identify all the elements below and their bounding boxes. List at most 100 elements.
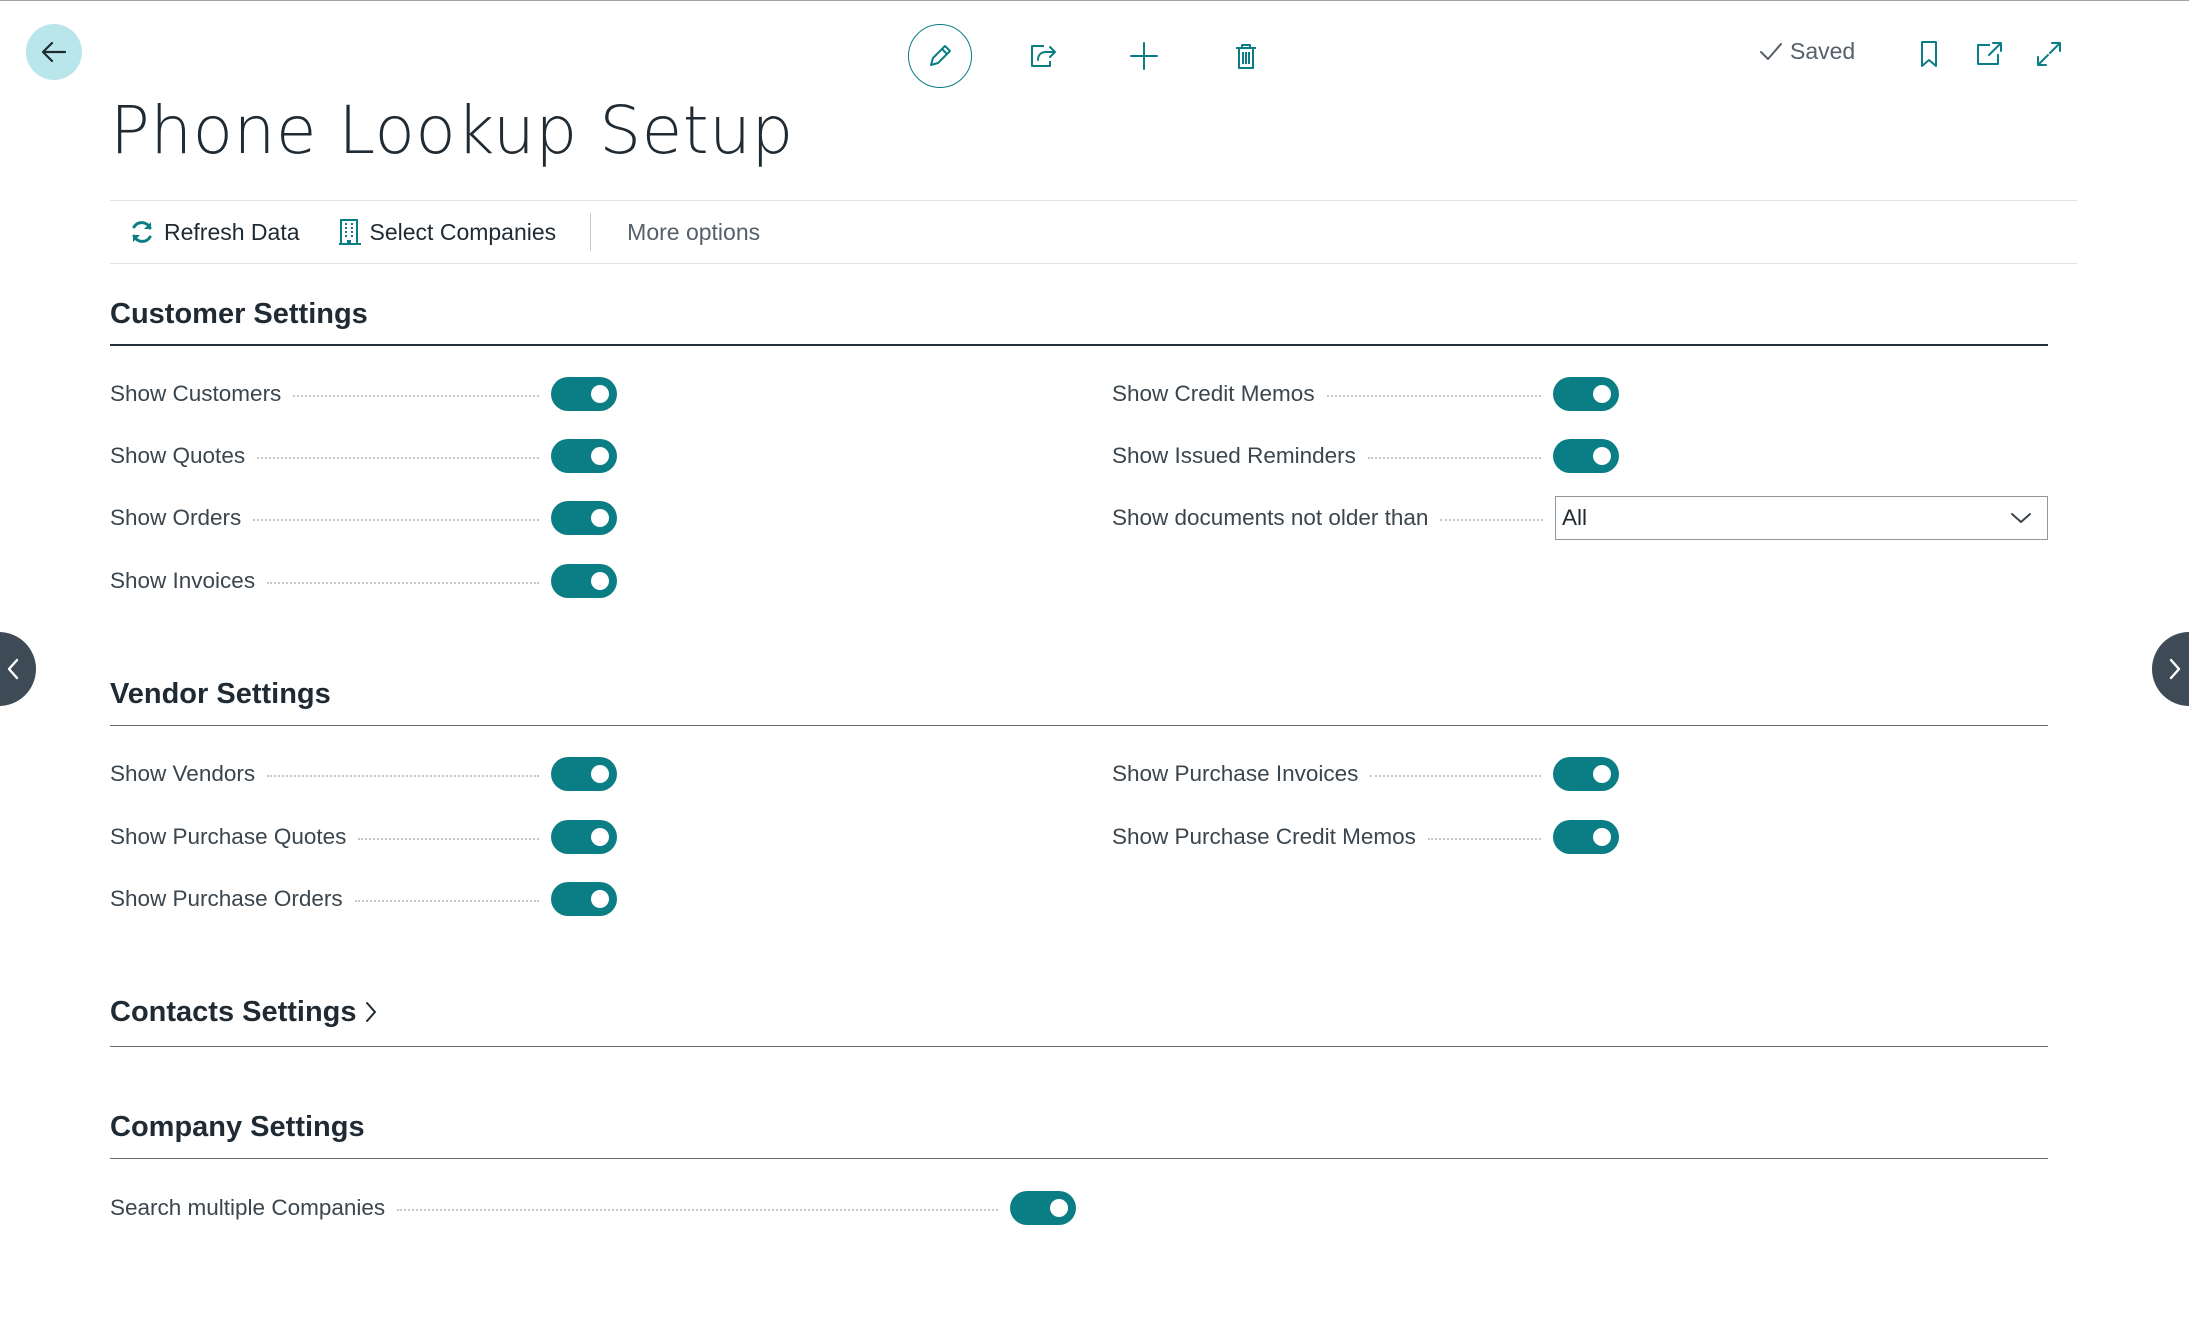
show-purchase-credit-memos-field: Show Purchase Credit Memos <box>1112 817 1619 857</box>
leader-dots <box>354 900 539 902</box>
pencil-icon <box>930 45 951 66</box>
more-options-label: More options <box>627 218 761 245</box>
section-divider <box>110 344 2048 346</box>
show-customers-field: Show Customers <box>110 374 617 414</box>
leader-dots <box>358 838 539 840</box>
show-invoices-toggle[interactable] <box>551 564 617 598</box>
show-purchase-quotes-label: Show Purchase Quotes <box>110 824 347 849</box>
show-issued-reminders-toggle[interactable] <box>1553 439 1619 473</box>
show-purchase-invoices-label: Show Purchase Invoices <box>1112 761 1359 786</box>
show-invoices-label: Show Invoices <box>110 568 256 593</box>
documents-age-value: All <box>1562 505 1588 530</box>
section-divider <box>110 725 2048 726</box>
show-quotes-toggle[interactable] <box>551 439 617 473</box>
contacts-settings-title: Contacts Settings <box>110 995 357 1028</box>
show-orders-label: Show Orders <box>110 505 242 530</box>
show-purchase-quotes-field: Show Purchase Quotes <box>110 817 617 857</box>
show-documents-not-older-than-field: Show documents not older than All <box>1112 496 2048 540</box>
show-orders-toggle[interactable] <box>551 501 617 535</box>
share-button[interactable] <box>1010 24 1074 88</box>
show-issued-reminders-label: Show Issued Reminders <box>1112 443 1356 468</box>
record-toolbar <box>908 24 1316 88</box>
show-issued-reminders-field: Show Issued Reminders <box>1112 436 1619 476</box>
open-new-window-icon <box>1977 42 2002 65</box>
refresh-data-label: Refresh Data <box>164 218 300 245</box>
checkmark-icon <box>1760 42 1782 60</box>
show-purchase-orders-label: Show Purchase Orders <box>110 886 343 911</box>
chevron-right-icon <box>2169 658 2181 680</box>
delete-button[interactable] <box>1214 24 1278 88</box>
show-credit-memos-toggle[interactable] <box>1553 377 1619 411</box>
previous-record-button[interactable] <box>0 632 36 706</box>
show-invoices-field: Show Invoices <box>110 561 617 601</box>
search-multiple-companies-toggle[interactable] <box>1010 1191 1076 1225</box>
show-purchase-credit-memos-toggle[interactable] <box>1553 820 1619 854</box>
vendor-settings-section: Vendor Settings <box>110 672 2048 726</box>
leader-dots <box>1326 395 1541 397</box>
leader-dots <box>257 457 539 459</box>
show-purchase-quotes-toggle[interactable] <box>551 820 617 854</box>
show-documents-not-older-than-label: Show documents not older than <box>1112 505 1429 530</box>
customer-settings-title[interactable]: Customer Settings <box>110 292 2048 336</box>
show-quotes-label: Show Quotes <box>110 443 246 468</box>
building-icon <box>338 219 361 245</box>
select-companies-label: Select Companies <box>369 218 557 245</box>
leader-dots <box>293 395 539 397</box>
leader-dots <box>267 775 539 777</box>
bookmark-icon <box>1921 41 1937 67</box>
arrow-left-icon <box>41 41 67 63</box>
back-button[interactable] <box>26 24 82 80</box>
refresh-icon <box>132 221 152 243</box>
action-separator <box>590 213 592 251</box>
search-multiple-companies-field: Search multiple Companies <box>110 1188 1076 1228</box>
show-vendors-field: Show Vendors <box>110 754 617 794</box>
show-credit-memos-label: Show Credit Memos <box>1112 381 1315 406</box>
share-icon <box>1031 45 1056 67</box>
leader-dots <box>1370 775 1541 777</box>
show-purchase-invoices-toggle[interactable] <box>1553 757 1619 791</box>
show-purchase-credit-memos-label: Show Purchase Credit Memos <box>1112 824 1416 849</box>
bookmark-button[interactable] <box>1911 36 1947 72</box>
leader-dots <box>267 582 539 584</box>
chevron-left-icon <box>7 658 19 680</box>
show-customers-toggle[interactable] <box>551 377 617 411</box>
edit-button[interactable] <box>908 24 972 88</box>
show-orders-field: Show Orders <box>110 498 617 538</box>
chevron-down-icon <box>2011 513 2031 523</box>
leader-dots <box>397 1209 998 1211</box>
show-purchase-orders-toggle[interactable] <box>551 882 617 916</box>
show-customers-label: Show Customers <box>110 381 282 406</box>
search-multiple-companies-label: Search multiple Companies <box>110 1195 386 1220</box>
contacts-settings-section: Contacts Settings <box>110 990 2048 1047</box>
section-divider <box>110 1158 2048 1159</box>
leader-dots <box>253 519 539 521</box>
new-button[interactable] <box>1112 24 1176 88</box>
company-settings-title[interactable]: Company Settings <box>110 1105 2048 1149</box>
open-new-window-button[interactable] <box>1971 36 2007 72</box>
show-purchase-invoices-field: Show Purchase Invoices <box>1112 754 1619 794</box>
section-divider <box>110 1046 2048 1047</box>
next-record-button[interactable] <box>2152 632 2189 706</box>
select-companies-button[interactable]: Select Companies <box>338 218 557 246</box>
show-quotes-field: Show Quotes <box>110 436 617 476</box>
contacts-settings-header[interactable]: Contacts Settings <box>110 990 2048 1034</box>
more-options-button[interactable]: More options <box>627 219 760 246</box>
action-bar: Refresh Data Select Companies More optio… <box>110 200 2077 264</box>
vendor-settings-title[interactable]: Vendor Settings <box>110 672 2048 716</box>
chevron-right-icon <box>365 1002 376 1022</box>
customer-settings-section: Customer Settings <box>110 292 2048 346</box>
refresh-data-button[interactable]: Refresh Data <box>128 218 300 246</box>
trash-icon <box>1236 44 1256 69</box>
show-vendors-toggle[interactable] <box>551 757 617 791</box>
company-settings-section: Company Settings <box>110 1105 2048 1159</box>
expand-icon <box>2037 42 2061 66</box>
show-vendors-label: Show Vendors <box>110 761 256 786</box>
top-border <box>0 0 2189 1</box>
documents-age-select[interactable]: All <box>1555 496 2048 540</box>
saved-label: Saved <box>1790 38 1856 64</box>
expand-button[interactable] <box>2031 36 2067 72</box>
page-options <box>1911 36 2091 72</box>
leader-dots <box>1367 457 1541 459</box>
leader-dots <box>1427 838 1541 840</box>
leader-dots <box>1440 519 1543 521</box>
